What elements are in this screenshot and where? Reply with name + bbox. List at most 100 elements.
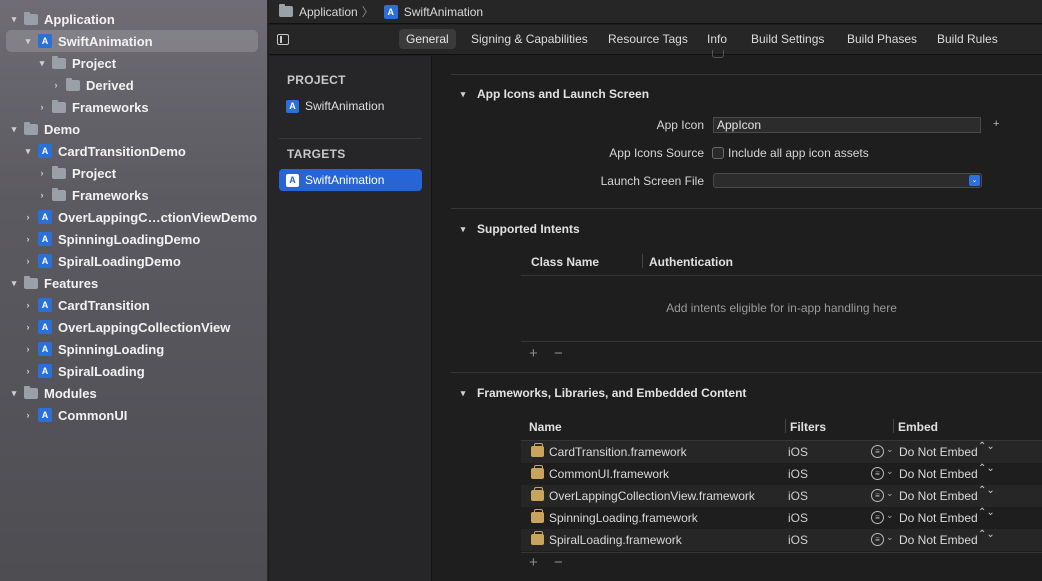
col-embed[interactable]: Embed [898, 420, 938, 434]
navigator-item[interactable]: › Derived [0, 74, 268, 96]
tab-build-phases[interactable]: Build Phases [840, 29, 924, 49]
divider [521, 341, 1042, 342]
filter-icon[interactable]: ≡ [871, 511, 884, 524]
filter-icon[interactable]: ≡ [871, 467, 884, 480]
disclosure-open-icon[interactable]: ▾ [8, 278, 20, 289]
navigator-item-label: Project [72, 55, 117, 71]
remove-intent-button[interactable]: − [554, 345, 563, 362]
navigator-item-label: SpiralLoading [58, 363, 145, 379]
navigator-item[interactable]: › Frameworks [0, 96, 268, 118]
tab-resource-tags[interactable]: Resource Tags [601, 29, 695, 49]
filter-icon[interactable]: ≡ [871, 489, 884, 502]
disclosure-closed-icon[interactable]: › [50, 80, 62, 90]
framework-filter: iOS [788, 445, 809, 459]
chevron-down-icon[interactable]: ⌄ [886, 444, 894, 455]
navigator-item[interactable]: ▾ Application [0, 8, 268, 30]
navigator-item[interactable]: ▾ A CardTransitionDemo [0, 140, 268, 162]
navigator-item[interactable]: › A SpinningLoading [0, 338, 268, 360]
tab-build-settings[interactable]: Build Settings [744, 29, 831, 49]
intents-section-header[interactable]: ▾ Supported Intents [457, 222, 580, 236]
disclosure-open-icon[interactable]: ▾ [8, 124, 20, 135]
app-icon-add-button[interactable]: + [993, 118, 999, 130]
disclosure-closed-icon[interactable]: › [36, 102, 48, 112]
navigator-item[interactable]: › A SpinningLoadingDemo [0, 228, 268, 250]
project-navigator: ▾ Application ▾ A SwiftAnimation ▾ Project › Der… [0, 0, 268, 581]
clipped-checkbox [712, 50, 724, 58]
framework-row[interactable]: OverLappingCollectionView.framework iOS ≡ ⌄… [521, 485, 1042, 507]
stepper-icon[interactable]: ⌃⌄ [978, 442, 995, 452]
disclosure-closed-icon[interactable]: › [22, 410, 34, 420]
target-item[interactable]: A SwiftAnimation [279, 169, 422, 191]
navigator-item[interactable]: › Project [0, 162, 268, 184]
include-assets-checkbox[interactable] [712, 147, 724, 159]
disclosure-closed-icon[interactable]: › [22, 212, 34, 222]
disclosure-closed-icon[interactable]: › [22, 366, 34, 376]
project-item[interactable]: A SwiftAnimation [279, 95, 422, 117]
col-authentication[interactable]: Authentication [649, 255, 733, 269]
embed-popup[interactable]: Do Not Embed [899, 489, 978, 503]
chevron-down-icon[interactable]: ⌄ [886, 488, 894, 499]
navigator-item[interactable]: ▾ Features [0, 272, 268, 294]
disclosure-open-icon[interactable]: ▾ [8, 14, 20, 25]
launch-screen-popup[interactable]: ⌄ [713, 173, 982, 188]
disclosure-closed-icon[interactable]: › [22, 256, 34, 266]
stepper-icon[interactable]: ⌃⌄ [978, 464, 995, 474]
tab-build-rules[interactable]: Build Rules [930, 29, 1005, 49]
embed-popup[interactable]: Do Not Embed [899, 445, 978, 459]
disclosure-closed-icon[interactable]: › [22, 344, 34, 354]
tab-signing-capabilities[interactable]: Signing & Capabilities [464, 29, 595, 49]
filter-icon[interactable]: ≡ [871, 533, 884, 546]
chevron-down-icon[interactable]: ⌄ [886, 510, 894, 521]
disclosure-closed-icon[interactable]: › [22, 300, 34, 310]
col-name[interactable]: Name [529, 420, 562, 434]
disclosure-open-icon[interactable]: ▾ [22, 146, 34, 157]
target-item-label: SwiftAnimation [305, 173, 385, 187]
navigator-item[interactable]: › A OverLappingCollectionView [0, 316, 268, 338]
disclosure-closed-icon[interactable]: › [22, 234, 34, 244]
remove-framework-button[interactable]: − [554, 554, 563, 571]
frameworks-section-header[interactable]: ▾ Frameworks, Libraries, and Embedded Co… [457, 386, 747, 400]
disclosure-open-icon[interactable]: ▾ [36, 58, 48, 69]
navigator-item[interactable]: › A CommonUI [0, 404, 268, 426]
add-intent-button[interactable]: + [529, 345, 538, 362]
framework-row[interactable]: SpiralLoading.framework iOS ≡ ⌄ Do Not Embed… [521, 529, 1042, 551]
navigator-item[interactable]: › A SpiralLoadingDemo [0, 250, 268, 272]
stepper-icon[interactable]: ⌃⌄ [978, 530, 995, 540]
disclosure-closed-icon[interactable]: › [22, 322, 34, 332]
navigator-item[interactable]: ▾ A SwiftAnimation [0, 30, 268, 52]
embed-popup[interactable]: Do Not Embed [899, 511, 978, 525]
breadcrumb-project[interactable]: SwiftAnimation [404, 5, 483, 19]
col-class-name[interactable]: Class Name [531, 255, 599, 269]
app-icon-field[interactable]: AppIcon [713, 117, 981, 133]
tab-info[interactable]: Info [700, 29, 734, 49]
navigator-item[interactable]: ▾ Project [0, 52, 268, 74]
navigator-item[interactable]: › A CardTransition [0, 294, 268, 316]
disclosure-open-icon[interactable]: ▾ [8, 388, 20, 399]
chevron-down-icon[interactable]: ⌄ [886, 532, 894, 543]
navigator-item[interactable]: ▾ Demo [0, 118, 268, 140]
framework-row[interactable]: CommonUI.framework iOS ≡ ⌄ Do Not Embed ⌃⌄ [521, 463, 1042, 485]
col-filters[interactable]: Filters [790, 420, 826, 434]
framework-icon [531, 531, 544, 545]
stepper-icon[interactable]: ⌃⌄ [978, 486, 995, 496]
framework-row[interactable]: SpinningLoading.framework iOS ≡ ⌄ Do Not Emb… [521, 507, 1042, 529]
app-icons-section-header[interactable]: ▾ App Icons and Launch Screen [457, 87, 649, 101]
breadcrumb-folder[interactable]: Application [299, 5, 358, 19]
disclosure-closed-icon[interactable]: › [36, 190, 48, 200]
embed-popup[interactable]: Do Not Embed [899, 533, 978, 547]
add-framework-button[interactable]: + [529, 554, 538, 571]
navigator-item[interactable]: › Frameworks [0, 184, 268, 206]
disclosure-closed-icon[interactable]: › [36, 168, 48, 178]
framework-row[interactable]: CardTransition.framework iOS ≡ ⌄ Do Not Embe… [521, 441, 1042, 463]
navigator-item[interactable]: › A SpiralLoading [0, 360, 268, 382]
chevron-down-icon[interactable]: ⌄ [886, 466, 894, 477]
filter-icon[interactable]: ≡ [871, 445, 884, 458]
navigator-item[interactable]: › A OverLappingC…ctionViewDemo [0, 206, 268, 228]
stepper-icon[interactable]: ⌃⌄ [978, 508, 995, 518]
project-icon: A [38, 232, 52, 246]
sidebar-toggle-icon[interactable] [277, 34, 289, 45]
disclosure-open-icon[interactable]: ▾ [22, 36, 34, 47]
embed-popup[interactable]: Do Not Embed [899, 467, 978, 481]
navigator-item[interactable]: ▾ Modules [0, 382, 268, 404]
tab-general[interactable]: General [399, 29, 456, 49]
